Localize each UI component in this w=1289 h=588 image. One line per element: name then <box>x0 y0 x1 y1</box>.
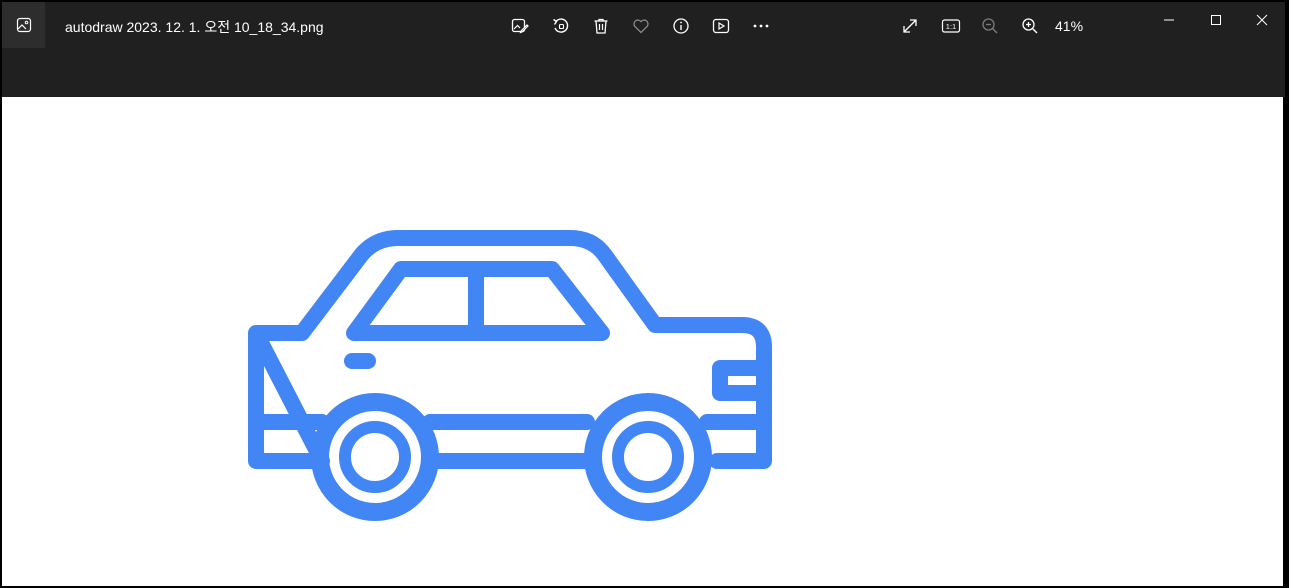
slideshow-icon <box>712 18 730 34</box>
rotate-button[interactable] <box>549 14 573 38</box>
maximize-button[interactable] <box>1201 8 1231 32</box>
zoom-out-icon <box>982 18 998 34</box>
title-bar: autodraw 2023. 12. 1. 오전 10_18_34.png 1:… <box>2 2 1285 97</box>
car-outline-icon <box>248 230 772 521</box>
info-button[interactable] <box>669 14 693 38</box>
close-button[interactable] <box>1247 8 1277 32</box>
delete-icon <box>594 18 608 34</box>
actual-size-icon: 1:1 <box>941 19 961 33</box>
photos-app-icon <box>16 17 31 33</box>
favorite-heart-icon <box>633 19 649 34</box>
actual-size-label: 1:1 <box>946 22 956 31</box>
slideshow-button[interactable] <box>709 14 733 38</box>
edit-image-icon <box>511 18 529 34</box>
minimize-button[interactable] <box>1154 8 1184 32</box>
window-border <box>1283 97 1285 586</box>
rotate-icon <box>553 18 569 33</box>
minimize-icon <box>1164 19 1174 21</box>
maximize-icon <box>1211 15 1221 25</box>
zoom-in-button[interactable] <box>1018 14 1042 38</box>
photo-viewer-window: autodraw 2023. 12. 1. 오전 10_18_34.png 1:… <box>2 2 1285 586</box>
zoom-level[interactable]: 41% <box>1055 18 1083 34</box>
full-screen-button[interactable] <box>898 14 922 38</box>
more-options-icon <box>753 24 769 28</box>
actual-size-button[interactable]: 1:1 <box>938 14 964 38</box>
favorite-button[interactable] <box>629 14 653 38</box>
info-icon <box>673 18 689 34</box>
zoom-in-icon <box>1022 18 1038 34</box>
image-canvas[interactable] <box>2 97 1285 586</box>
edit-image-button[interactable] <box>508 14 532 38</box>
expand-icon <box>903 19 917 33</box>
window-title: autodraw 2023. 12. 1. 오전 10_18_34.png <box>65 19 324 35</box>
app-icon-button[interactable] <box>2 2 45 48</box>
zoom-out-button[interactable] <box>978 14 1002 38</box>
delete-button[interactable] <box>589 14 613 38</box>
close-icon <box>1256 14 1268 26</box>
more-options-button[interactable] <box>749 14 773 38</box>
